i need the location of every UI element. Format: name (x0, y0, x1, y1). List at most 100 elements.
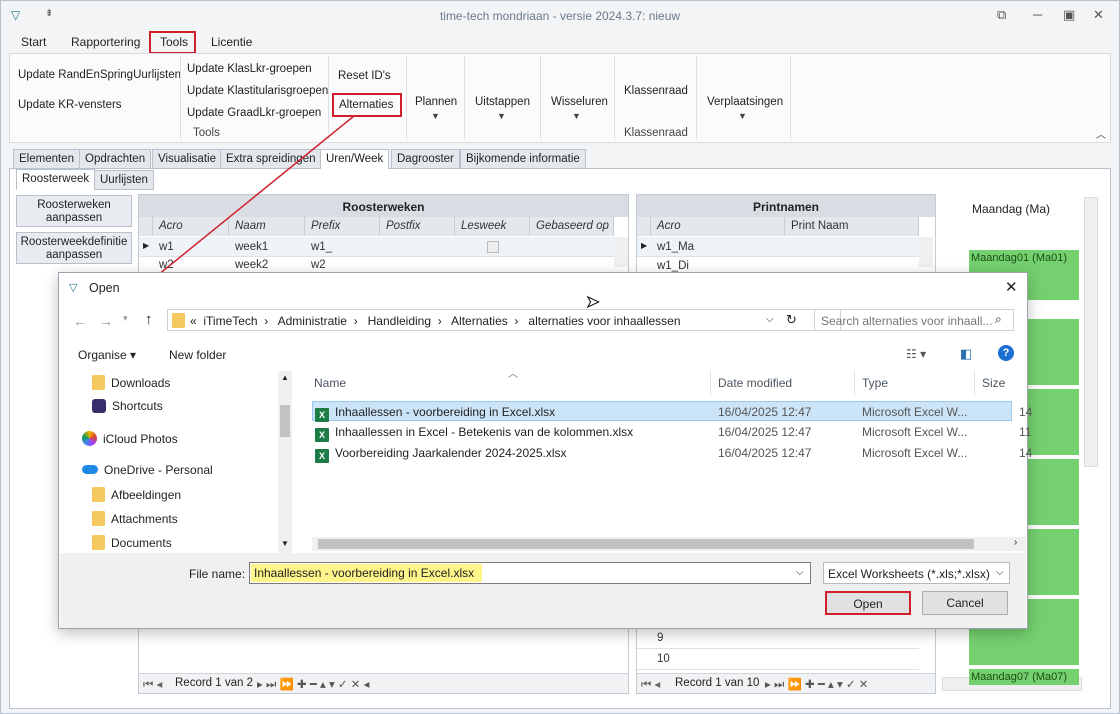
chevron-down-icon[interactable]: ⌵ (796, 567, 804, 578)
file-date: 16/04/2025 12:47 (718, 405, 812, 419)
recent-chevron-icon[interactable]: ▾ (123, 313, 128, 324)
nav-downloads[interactable]: Downloads (92, 375, 170, 390)
search-icon: ⌕ (995, 312, 1002, 326)
nav-icloud-photos[interactable]: iCloud Photos (82, 431, 178, 446)
icloud-photos-icon (82, 431, 97, 446)
file-type-value: Excel Worksheets (*.xls;*.xlsx) (828, 567, 990, 581)
breadcrumb-administratie[interactable]: Administratie (278, 314, 347, 328)
folder-icon (92, 535, 105, 550)
close-icon[interactable]: ✕ (1005, 278, 1018, 296)
open-dialog: ▽ Open ✕ ← → ▾ ↑ « iTimeTech › Administr… (58, 272, 1032, 629)
file-name-input[interactable]: Inhaallessen - voorbereiding in Excel.xl… (249, 562, 811, 584)
column-divider[interactable] (974, 371, 975, 395)
col-type[interactable]: Type (862, 376, 888, 390)
scroll-thumb[interactable] (280, 405, 290, 437)
scroll-thumb[interactable] (318, 539, 974, 549)
nav-label: Downloads (111, 376, 171, 390)
breadcrumb-itimetech[interactable]: iTimeTech (203, 314, 257, 328)
navigation-pane: Downloads Shortcuts iCloud Photos OneDri… (60, 371, 292, 553)
file-name-text: Inhaallessen in Excel - Betekenis van de… (335, 425, 634, 439)
scroll-right-icon[interactable]: › (1014, 537, 1017, 548)
file-row[interactable]: X Inhaallessen - voorbereiding in Excel.x… (312, 401, 1032, 422)
scroll-up-icon[interactable]: ▲ (281, 373, 289, 382)
chevron-down-icon[interactable]: ⌵ (766, 314, 774, 325)
organise-button[interactable]: Organise ▾ (78, 348, 136, 362)
excel-file-icon: X (315, 428, 329, 442)
new-folder-button[interactable]: New folder (169, 348, 226, 362)
file-size: 11 (1019, 425, 1032, 439)
file-name: X Voorbereiding Jaarkalender 2024-2025.xl… (315, 446, 567, 463)
vertical-scrollbar[interactable]: ▲ ▼ (278, 371, 292, 553)
dialog-title: Open (89, 281, 120, 295)
help-icon[interactable]: ? (998, 345, 1014, 361)
file-date: 16/04/2025 12:47 (718, 425, 812, 439)
cancel-button[interactable]: Cancel (922, 591, 1008, 615)
file-name-label: File name: (189, 567, 246, 581)
col-name[interactable]: Name (314, 376, 346, 390)
file-size: 14 (1019, 446, 1033, 460)
file-name: X Inhaallessen in Excel - Betekenis van d… (315, 425, 633, 442)
file-type: Microsoft Excel W... (862, 405, 968, 419)
up-arrow-icon[interactable]: ↑ (145, 311, 153, 328)
nav-onedrive[interactable]: OneDrive - Personal (82, 463, 213, 477)
file-date: 16/04/2025 12:47 (718, 446, 812, 460)
folder-icon (92, 375, 105, 390)
breadcrumb-prefix[interactable]: « (190, 314, 197, 328)
file-name: X Inhaallessen - voorbereiding in Excel.x… (315, 405, 555, 422)
mouse-cursor-icon: ➤ (585, 294, 600, 312)
search-input[interactable]: Search alternaties voor inhaall... (814, 309, 1014, 331)
nav-documents[interactable]: Documents (92, 535, 172, 550)
file-name-value: Inhaallessen - voorbereiding in Excel.xl… (251, 564, 483, 582)
forward-arrow-icon[interactable]: → (99, 313, 113, 329)
excel-file-icon: X (315, 408, 329, 422)
scroll-down-icon[interactable]: ▼ (281, 539, 289, 548)
horizontal-scrollbar[interactable]: › (312, 537, 1026, 551)
nav-afbeeldingen[interactable]: Afbeeldingen (92, 487, 181, 502)
file-name-text: Inhaallessen - voorbereiding in Excel.xl… (335, 405, 556, 419)
chevron-down-icon[interactable]: ⌵ (996, 567, 1004, 578)
file-row[interactable]: X Inhaallessen in Excel - Betekenis van d… (312, 422, 1031, 442)
nav-label: OneDrive - Personal (104, 463, 213, 477)
breadcrumb-handleiding[interactable]: Handleiding (368, 314, 431, 328)
open-button[interactable]: Open (825, 591, 911, 615)
view-options-icon[interactable]: ☷ ▾ (906, 347, 926, 361)
nav-label: Afbeeldingen (111, 488, 182, 502)
col-date-modified[interactable]: Date modified (718, 376, 792, 390)
nav-shortcuts[interactable]: Shortcuts (92, 399, 163, 413)
nav-label: Attachments (111, 512, 178, 526)
dialog-bottom-pane: File name: Inhaallessen - voorbereiding … (60, 553, 1026, 628)
folder-icon (92, 511, 105, 526)
nav-attachments[interactable]: Attachments (92, 511, 178, 526)
nav-label: Documents (111, 536, 172, 550)
file-type: Microsoft Excel W... (862, 425, 968, 439)
file-list: ︿ Name Date modified Type Size X Inhaalle… (312, 369, 1032, 553)
col-size[interactable]: Size (982, 376, 1005, 390)
folder-icon (92, 487, 105, 502)
cancel-button-label: Cancel (946, 596, 984, 610)
file-row[interactable]: X Voorbereiding Jaarkalender 2024-2025.xl… (312, 443, 1032, 463)
breadcrumb-current[interactable]: alternaties voor inhaallessen (528, 314, 680, 328)
file-type-select[interactable]: Excel Worksheets (*.xls;*.xlsx) ⌵ (823, 562, 1010, 584)
address-bar[interactable]: « iTimeTech › Administratie › Handleidin… (167, 309, 841, 331)
shortcuts-icon (92, 399, 106, 413)
back-arrow-icon[interactable]: ← (73, 313, 87, 329)
file-name-text: Voorbereiding Jaarkalender 2024-2025.xls… (335, 446, 567, 460)
nav-label: iCloud Photos (103, 432, 178, 446)
breadcrumb-alternaties[interactable]: Alternaties (451, 314, 508, 328)
file-size: 14 (1019, 405, 1033, 419)
onedrive-icon (82, 465, 98, 474)
column-divider[interactable] (854, 371, 855, 395)
breadcrumb: « iTimeTech › Administratie › Handleidin… (190, 314, 681, 328)
nav-label: Shortcuts (112, 399, 163, 413)
sort-chevron-icon: ︿ (508, 369, 518, 380)
excel-file-icon: X (315, 449, 329, 463)
folder-icon (172, 313, 185, 328)
file-type: Microsoft Excel W... (862, 446, 968, 460)
preview-pane-icon[interactable]: ◧ (960, 346, 972, 362)
app-logo-icon: ▽ (69, 282, 78, 294)
organise-label: Organise (78, 348, 127, 362)
column-divider[interactable] (710, 371, 711, 395)
open-button-label: Open (853, 597, 883, 611)
refresh-icon[interactable]: ↻ (786, 312, 797, 328)
dialog-toolbar: Organise ▾ New folder ☷ ▾ ◧ ? (60, 341, 1026, 369)
